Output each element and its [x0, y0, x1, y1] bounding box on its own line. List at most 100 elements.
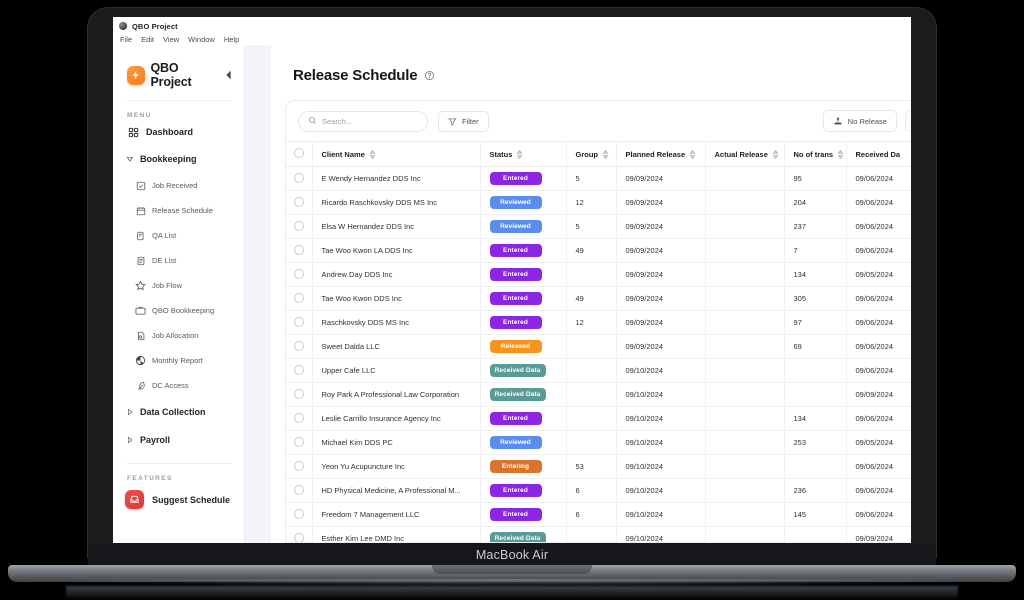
sidebar-item-dc-access[interactable]: DC Access: [113, 373, 244, 398]
table-row[interactable]: Leslie Carrillo Insurance Agency IncEnte…: [286, 407, 911, 431]
select-all-checkbox[interactable]: [294, 148, 304, 158]
search-box[interactable]: [298, 111, 428, 132]
table-row[interactable]: Freedom 7 Management LLCEntered609/10/20…: [286, 503, 911, 527]
menu-help[interactable]: Help: [224, 35, 239, 44]
help-circle-icon[interactable]: [424, 70, 435, 81]
table-row[interactable]: Yeon Yu Acupuncture IncEntering5309/10/2…: [286, 455, 911, 479]
sidebar-item-monthly-report[interactable]: Monthly Report: [113, 348, 244, 373]
sidebar-item-de-list[interactable]: DE List: [113, 248, 244, 273]
table-header-row: Client Name Status Group Planned Release…: [286, 142, 911, 167]
search-input[interactable]: [322, 117, 418, 126]
select-all-header[interactable]: [286, 142, 312, 167]
sidebar-item-job-allocation[interactable]: Job Allocation: [113, 323, 244, 348]
row-select-cell[interactable]: [286, 455, 312, 479]
sort-icon[interactable]: [689, 150, 696, 159]
no-release-button[interactable]: No Release: [823, 110, 897, 132]
column-header-received-date[interactable]: Received Da: [846, 142, 911, 167]
main-content: Release Schedule: [271, 45, 911, 543]
sidebar-item-job-received[interactable]: Job Received: [113, 173, 244, 198]
cell-received: 09/06/2024: [846, 359, 911, 383]
row-select-cell[interactable]: [286, 527, 312, 544]
logo-mark-icon: [127, 66, 145, 85]
column-header-no-of-trans[interactable]: No of trans: [784, 142, 846, 167]
table-row[interactable]: Ricardo Raschkovsky DDS MS IncReviewed12…: [286, 191, 911, 215]
column-header-planned-release[interactable]: Planned Release: [616, 142, 705, 167]
table-row[interactable]: Sweet Dalda LLCReleased09/09/20246909/06…: [286, 335, 911, 359]
row-checkbox[interactable]: [294, 269, 304, 279]
table-row[interactable]: Esther Kim Lee DMD IncReceived Data09/10…: [286, 527, 911, 544]
sidebar-group-data-collection[interactable]: Data Collection: [113, 398, 244, 426]
row-select-cell[interactable]: [286, 359, 312, 383]
sort-icon[interactable]: [772, 150, 779, 159]
row-select-cell[interactable]: [286, 311, 312, 335]
row-checkbox[interactable]: [294, 197, 304, 207]
sort-icon[interactable]: [602, 150, 609, 159]
row-checkbox[interactable]: [294, 509, 304, 519]
table-row[interactable]: E Wendy Hernandez DDS IncEntered509/09/2…: [286, 167, 911, 191]
column-header-actual-release[interactable]: Actual Release: [705, 142, 784, 167]
menu-window[interactable]: Window: [188, 35, 215, 44]
row-checkbox[interactable]: [294, 437, 304, 447]
sidebar-item-job-flow[interactable]: Job Flow: [113, 273, 244, 298]
row-checkbox[interactable]: [294, 317, 304, 327]
row-checkbox[interactable]: [294, 221, 304, 231]
row-select-cell[interactable]: [286, 503, 312, 527]
row-checkbox[interactable]: [294, 533, 304, 543]
column-header-group[interactable]: Group: [566, 142, 616, 167]
row-checkbox[interactable]: [294, 461, 304, 471]
row-checkbox[interactable]: [294, 293, 304, 303]
cell-actual: [705, 359, 784, 383]
sidebar-item-qbo-bookkeeping[interactable]: QBO Bookkeeping: [113, 298, 244, 323]
table-row[interactable]: HD Physical Medicine, A Professional M..…: [286, 479, 911, 503]
table-row[interactable]: Raschkovsky DDS MS IncEntered1209/09/202…: [286, 311, 911, 335]
table-row[interactable]: Tae Woo Kwon DDS IncEntered4909/09/20243…: [286, 287, 911, 311]
row-select-cell[interactable]: [286, 167, 312, 191]
table-row[interactable]: Tae Woo Kwon LA DDS IncEntered4909/09/20…: [286, 239, 911, 263]
sort-icon[interactable]: [369, 150, 376, 159]
row-checkbox[interactable]: [294, 341, 304, 351]
column-header-status[interactable]: Status: [480, 142, 566, 167]
page-header: Release Schedule: [271, 45, 911, 100]
sidebar-group-payroll[interactable]: Payroll: [113, 426, 244, 454]
os-menubar[interactable]: File Edit View Window Help: [119, 35, 911, 44]
table-row[interactable]: Michael Kim DDS PCReviewed09/10/20242530…: [286, 431, 911, 455]
sidebar-item-suggest-schedule[interactable]: Suggest Schedule: [113, 482, 244, 517]
row-select-cell[interactable]: [286, 263, 312, 287]
row-checkbox[interactable]: [294, 245, 304, 255]
row-select-cell[interactable]: [286, 191, 312, 215]
row-select-cell[interactable]: [286, 479, 312, 503]
sidebar-item-dashboard[interactable]: Dashboard: [113, 119, 244, 145]
table-row[interactable]: Andrew Day DDS IncEntered09/09/202413409…: [286, 263, 911, 287]
column-header-client-name[interactable]: Client Name: [312, 142, 480, 167]
row-checkbox[interactable]: [294, 365, 304, 375]
row-checkbox[interactable]: [294, 413, 304, 423]
table-row[interactable]: Roy Park A Professional Law CorporationR…: [286, 383, 911, 407]
sort-icon[interactable]: [516, 150, 523, 159]
collapse-sidebar-icon[interactable]: [224, 70, 234, 80]
row-select-cell[interactable]: [286, 239, 312, 263]
row-select-cell[interactable]: [286, 407, 312, 431]
sidebar-logo[interactable]: QBO Project: [113, 57, 244, 89]
row-select-cell[interactable]: [286, 335, 312, 359]
row-select-cell[interactable]: [286, 431, 312, 455]
menu-edit[interactable]: Edit: [141, 35, 154, 44]
row-select-cell[interactable]: [286, 215, 312, 239]
sort-icon[interactable]: [837, 150, 844, 159]
schedule-button[interactable]: S: [905, 110, 911, 132]
filter-button[interactable]: Filter: [438, 111, 489, 132]
table-row[interactable]: Elsa W Hernandez DDS IncReviewed509/09/2…: [286, 215, 911, 239]
sidebar-item-release-schedule[interactable]: Release Schedule: [113, 198, 244, 223]
sidebar-group-bookkeeping[interactable]: Bookkeeping: [113, 145, 244, 173]
sidebar-item-qa-list[interactable]: QA List: [113, 223, 244, 248]
row-select-cell[interactable]: [286, 383, 312, 407]
cell-trans: 97: [784, 311, 846, 335]
row-checkbox[interactable]: [294, 389, 304, 399]
menu-file[interactable]: File: [120, 35, 132, 44]
row-select-cell[interactable]: [286, 287, 312, 311]
row-checkbox[interactable]: [294, 485, 304, 495]
menu-view[interactable]: View: [163, 35, 179, 44]
status-badge: Entered: [490, 268, 542, 281]
row-checkbox[interactable]: [294, 173, 304, 183]
filter-icon: [448, 117, 457, 126]
table-row[interactable]: Upper Cafe LLCReceived Data09/10/202409/…: [286, 359, 911, 383]
